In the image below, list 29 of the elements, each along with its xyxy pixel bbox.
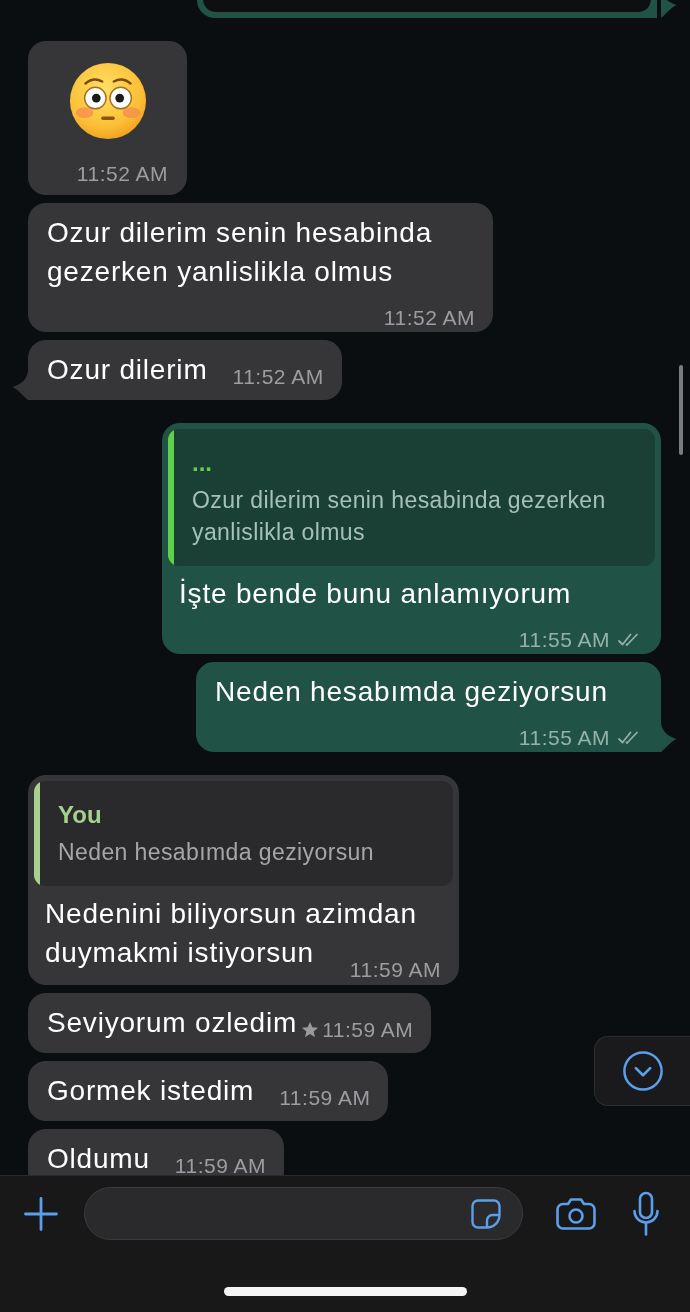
message-input[interactable] [84,1187,523,1240]
message-text: Ozur dilerim [47,354,208,385]
quote-author: You [58,801,103,829]
message-text: Gormek istedim [47,1075,255,1106]
circled-chevron-down-icon [621,1050,664,1092]
message-time: 11:55 AM [518,629,610,651]
quoted-message[interactable]: You Neden hesabımda geziyorsun [34,781,453,886]
quoted-message[interactable]: ... Ozur dilerim senin hesabinda gezerken yanlislikla olmus [168,429,655,566]
message-text: Ozur dilerim senin hesabinda gezerken yanlislikla olmus [47,217,433,287]
sticker-icon[interactable] [470,1197,502,1230]
message-text: Oldumu [47,1143,150,1174]
message-time: 11:52 AM [76,163,168,185]
message-time: 11:59 AM [279,1087,371,1109]
quote-author: ... [192,449,213,477]
microphone-icon[interactable] [632,1190,660,1237]
message-time: 11:52 AM [383,307,475,329]
scroll-to-bottom-button[interactable] [594,1036,690,1106]
message-time: 11:59 AM [174,1155,266,1175]
message-text: Seviyorum ozledim [47,1007,298,1038]
message-time: 11:52 AM [232,366,324,388]
flushed-face-icon [68,62,147,140]
message-text: İşte bende bunu anlamıyorum [179,578,572,609]
quote-text: Ozur dilerim senin hesabinda gezerken yanlislikla olmus [192,486,607,547]
message-time: 11:59 AM [322,1019,414,1041]
camera-icon[interactable] [555,1196,597,1231]
message-text: Neden hesabımda geziyorsun [215,676,608,707]
message-time: 11:55 AM [518,727,610,749]
quote-text: Neden hesabımda geziyorsun [58,838,374,867]
plus-icon[interactable] [24,1196,58,1231]
